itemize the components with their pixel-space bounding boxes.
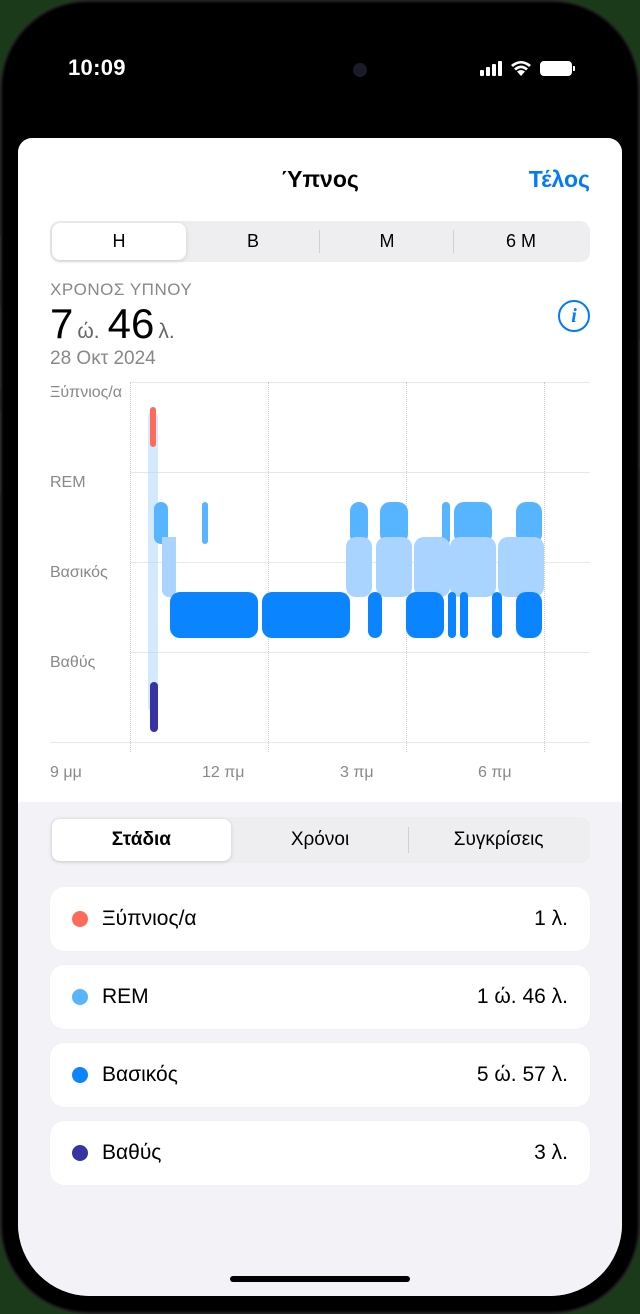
battery-icon — [540, 61, 572, 76]
info-button[interactable]: i — [558, 300, 590, 332]
tab-comparisons[interactable]: Συγκρίσεις — [409, 819, 588, 861]
status-time: 10:09 — [68, 55, 126, 81]
home-indicator[interactable] — [230, 1276, 410, 1282]
dot-deep — [72, 1145, 88, 1161]
sleep-hypnogram-chart[interactable]: Ξύπνιος/α REM Βασικός Βαθύς 9 μμ 12 πμ 3… — [50, 382, 590, 802]
dot-rem — [72, 989, 88, 1005]
done-button[interactable]: Τέλος — [529, 166, 590, 193]
cellular-icon — [480, 61, 502, 76]
tab-stages[interactable]: Στάδια — [52, 819, 231, 861]
stage-row-awake[interactable]: Ξύπνιος/α 1 λ. — [50, 887, 590, 951]
stage-row-rem[interactable]: REM 1 ώ. 46 λ. — [50, 965, 590, 1029]
dynamic-island — [235, 50, 405, 90]
sleep-time-total: 7 ώ. 46 λ. — [50, 300, 590, 348]
summary-date: 28 Οκτ 2024 — [50, 348, 590, 370]
wifi-icon — [510, 60, 532, 76]
range-week[interactable]: B — [186, 223, 320, 260]
phone-frame: 10:09 Ύπνος Τέλος Η B M — [0, 0, 640, 1314]
detail-tabs[interactable]: Στάδια Χρόνοι Συγκρίσεις — [50, 817, 590, 863]
range-month[interactable]: M — [320, 223, 454, 260]
stage-row-deep[interactable]: Βαθύς 3 λ. — [50, 1121, 590, 1185]
dot-core — [72, 1067, 88, 1083]
range-selector[interactable]: Η B M 6 M — [50, 221, 590, 262]
stage-list: Ξύπνιος/α 1 λ. REM 1 ώ. 46 λ. Βασικός 5 … — [50, 887, 590, 1185]
stage-row-core[interactable]: Βασικός 5 ώ. 57 λ. — [50, 1043, 590, 1107]
summary-label: ΧΡΟΝΟΣ ΥΠΝΟΥ — [50, 280, 590, 300]
range-day[interactable]: Η — [52, 223, 186, 260]
tab-times[interactable]: Χρόνοι — [231, 819, 410, 861]
range-6month[interactable]: 6 M — [454, 223, 588, 260]
dot-awake — [72, 911, 88, 927]
